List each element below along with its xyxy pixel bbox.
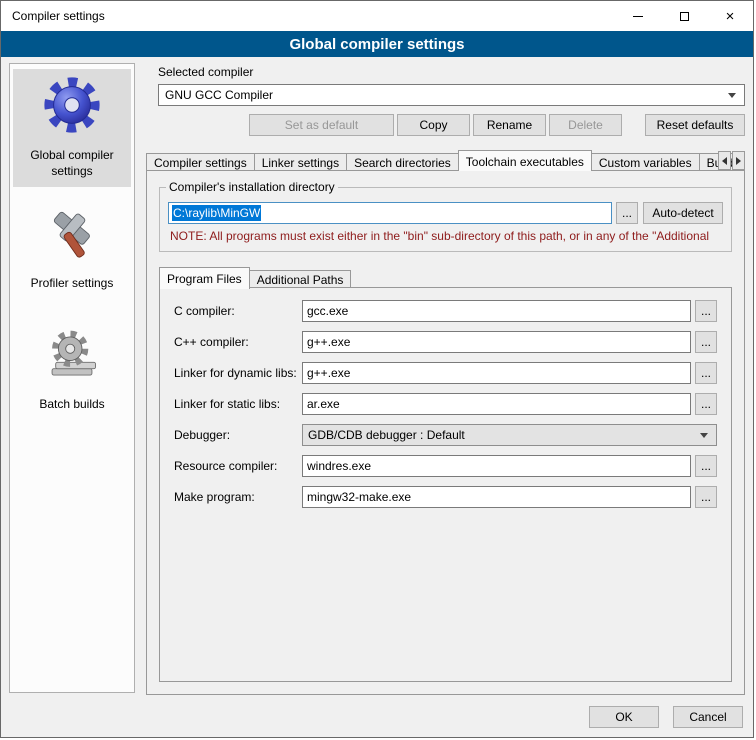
compiler-actions: Set as default Copy Rename Delete Reset … xyxy=(158,114,745,136)
cancel-button[interactable]: Cancel xyxy=(673,706,743,728)
auto-detect-button[interactable]: Auto-detect xyxy=(643,202,723,224)
tab-toolchain-executables[interactable]: Toolchain executables xyxy=(458,150,592,171)
maximize-button[interactable] xyxy=(661,1,707,31)
make-program-input[interactable] xyxy=(302,486,691,508)
bin-subdirectory-note: NOTE: All programs must exist either in … xyxy=(170,229,723,243)
subtab-program-files[interactable]: Program Files xyxy=(159,267,250,289)
cpp-compiler-label: C++ compiler: xyxy=(174,335,302,349)
make-program-label: Make program: xyxy=(174,490,302,504)
form-row-cpp-compiler: C++ compiler: ... xyxy=(174,331,717,353)
sidebar-item-label: Profiler settings xyxy=(31,276,114,292)
linker-static-browse-button[interactable]: ... xyxy=(695,393,717,415)
dialog-footer: OK Cancel xyxy=(1,697,753,737)
rename-button[interactable]: Rename xyxy=(473,114,546,136)
close-icon: × xyxy=(726,9,735,24)
debugger-label: Debugger: xyxy=(174,428,302,442)
program-files-tab-strip: Program Files Additional Paths xyxy=(159,266,732,288)
dialog-body: Global compiler settings Profiler settin… xyxy=(1,57,753,697)
selected-compiler-value: GNU GCC Compiler xyxy=(159,88,728,102)
selected-compiler-label: Selected compiler xyxy=(158,65,745,79)
profiler-tool-icon xyxy=(43,206,101,264)
program-files-panel: C compiler: ... C++ compiler: ... Linker… xyxy=(159,287,732,682)
sidebar-item-label: Global compiler settings xyxy=(15,148,129,179)
tab-custom-variables[interactable]: Custom variables xyxy=(591,153,700,171)
tab-scroll-left-icon xyxy=(722,157,727,165)
tab-linker-settings[interactable]: Linker settings xyxy=(254,153,347,171)
sidebar-item-profiler-settings[interactable]: Profiler settings xyxy=(13,201,131,300)
settings-tab-strip: Compiler settings Linker settings Search… xyxy=(146,149,745,171)
toolchain-executables-panel: Compiler's installation directory C:\ray… xyxy=(146,170,745,695)
installation-directory-row: C:\raylib\MinGW ... Auto-detect xyxy=(168,202,723,224)
linker-static-input[interactable] xyxy=(302,393,691,415)
resource-compiler-label: Resource compiler: xyxy=(174,459,302,473)
installation-directory-label: Compiler's installation directory xyxy=(166,180,338,194)
form-row-resource-compiler: Resource compiler: ... xyxy=(174,455,717,477)
form-row-make-program: Make program: ... xyxy=(174,486,717,508)
tab-scroll-left-button[interactable] xyxy=(718,151,731,170)
minimize-button[interactable] xyxy=(615,1,661,31)
gray-gear-stack-icon xyxy=(43,327,101,385)
settings-content: Selected compiler GNU GCC Compiler Set a… xyxy=(146,61,745,695)
tab-scroll-right-icon xyxy=(736,157,741,165)
chevron-down-icon xyxy=(728,93,736,98)
c-compiler-input[interactable] xyxy=(302,300,691,322)
form-row-c-compiler: C compiler: ... xyxy=(174,300,717,322)
chevron-down-icon xyxy=(700,433,708,438)
linker-dynamic-browse-button[interactable]: ... xyxy=(695,362,717,384)
blue-gear-icon xyxy=(41,74,103,136)
tab-search-directories[interactable]: Search directories xyxy=(346,153,459,171)
cpp-compiler-input[interactable] xyxy=(302,331,691,353)
debugger-dropdown[interactable]: GDB/CDB debugger : Default xyxy=(302,424,717,446)
form-row-linker-static: Linker for static libs: ... xyxy=(174,393,717,415)
linker-dynamic-input[interactable] xyxy=(302,362,691,384)
c-compiler-label: C compiler: xyxy=(174,304,302,318)
tab-compiler-settings[interactable]: Compiler settings xyxy=(146,153,255,171)
resource-compiler-input[interactable] xyxy=(302,455,691,477)
dialog-banner: Global compiler settings xyxy=(1,31,753,57)
installation-directory-browse-button[interactable]: ... xyxy=(616,202,638,224)
selected-compiler-dropdown[interactable]: GNU GCC Compiler xyxy=(158,84,745,106)
sidebar-item-batch-builds[interactable]: Batch builds xyxy=(13,322,131,421)
compiler-settings-window: Compiler settings × Global compiler sett… xyxy=(0,0,754,738)
close-button[interactable]: × xyxy=(707,1,753,31)
settings-category-list: Global compiler settings Profiler settin… xyxy=(9,63,135,693)
installation-directory-group: Compiler's installation directory C:\ray… xyxy=(159,187,732,252)
set-as-default-button[interactable]: Set as default xyxy=(249,114,394,136)
sidebar-item-label: Batch builds xyxy=(39,397,104,413)
delete-button[interactable]: Delete xyxy=(549,114,622,136)
c-compiler-browse-button[interactable]: ... xyxy=(695,300,717,322)
form-row-debugger: Debugger: GDB/CDB debugger : Default xyxy=(174,424,717,446)
form-row-linker-dynamic: Linker for dynamic libs: ... xyxy=(174,362,717,384)
banner-title: Global compiler settings xyxy=(289,36,464,53)
window-title: Compiler settings xyxy=(1,9,615,23)
installation-directory-value: C:\raylib\MinGW xyxy=(172,205,261,221)
reset-defaults-button[interactable]: Reset defaults xyxy=(645,114,745,136)
tab-scroll-controls xyxy=(717,151,745,170)
linker-static-label: Linker for static libs: xyxy=(174,397,302,411)
titlebar: Compiler settings × xyxy=(1,1,753,31)
sidebar-item-global-compiler-settings[interactable]: Global compiler settings xyxy=(13,69,131,187)
make-program-browse-button[interactable]: ... xyxy=(695,486,717,508)
installation-directory-input[interactable]: C:\raylib\MinGW xyxy=(168,202,612,224)
tab-scroll-right-button[interactable] xyxy=(732,151,745,170)
minimize-icon xyxy=(633,16,643,17)
ok-button[interactable]: OK xyxy=(589,706,659,728)
linker-dynamic-label: Linker for dynamic libs: xyxy=(174,366,302,380)
maximize-icon xyxy=(680,12,689,21)
copy-button[interactable]: Copy xyxy=(397,114,470,136)
cpp-compiler-browse-button[interactable]: ... xyxy=(695,331,717,353)
debugger-value: GDB/CDB debugger : Default xyxy=(308,428,465,442)
resource-compiler-browse-button[interactable]: ... xyxy=(695,455,717,477)
